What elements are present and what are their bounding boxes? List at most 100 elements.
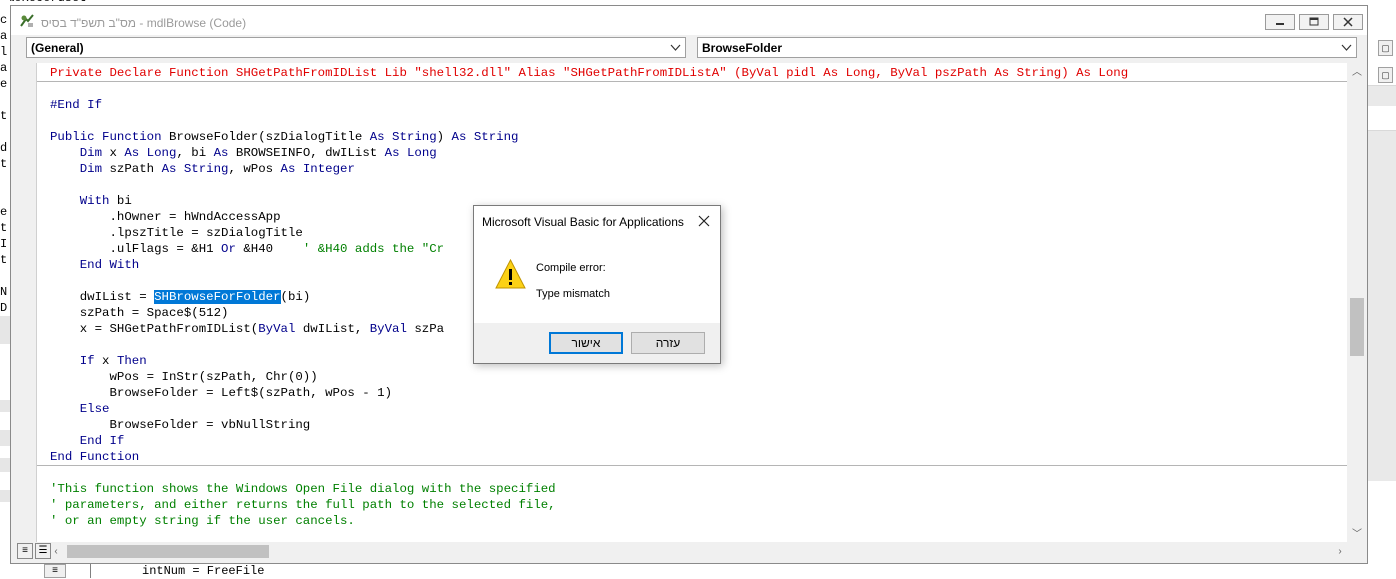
code-token: 'This function shows the Windows Open Fi…	[50, 482, 556, 496]
dialog-title: Microsoft Visual Basic for Applications	[482, 215, 684, 229]
code-token: Then	[116, 354, 147, 368]
margin-indicator-bar[interactable]	[11, 63, 37, 548]
code-token: , wPos	[228, 162, 281, 176]
background-code-fragment: I	[0, 237, 8, 251]
restore-button[interactable]	[1299, 14, 1329, 30]
close-icon[interactable]	[697, 214, 711, 228]
procedure-combo[interactable]: BrowseFolder	[697, 37, 1357, 58]
background-code-fragment: D	[0, 301, 8, 315]
chevron-down-icon[interactable]	[1341, 42, 1352, 53]
object-combo[interactable]: (General)	[26, 37, 686, 58]
error-heading: Compile error:	[536, 262, 606, 274]
background-restore-icon[interactable]: ▢	[1378, 67, 1393, 83]
close-button[interactable]	[1333, 14, 1363, 30]
warning-icon	[495, 258, 526, 289]
code-token: As Integer	[280, 162, 355, 176]
ok-button[interactable]: אישור	[549, 332, 623, 354]
code-line[interactable]: #End If	[50, 97, 1340, 113]
background-code-fragment	[0, 92, 10, 108]
code-line[interactable]: Dim szPath As String, wPos As Integer	[50, 161, 1340, 177]
background-code-fragment: a	[0, 61, 8, 75]
dialog-button-bar: אישור עזרה	[474, 323, 720, 363]
scroll-left-icon[interactable]: ‹	[49, 546, 63, 558]
background-code-fragment: a	[0, 29, 8, 43]
code-line[interactable]: End Function	[50, 449, 1340, 465]
code-line[interactable]: Dim x As Long, bi As BROWSEINFO, dwIList…	[50, 145, 1340, 161]
scroll-down-icon[interactable]: ﹀	[1347, 529, 1367, 541]
code-line[interactable]: 'This function shows the Windows Open Fi…	[50, 481, 1340, 497]
code-token: As String	[451, 130, 519, 144]
vertical-scroll-thumb[interactable]	[1350, 298, 1364, 356]
horizontal-scrollbar[interactable]: ≡ ☰ ‹ ›	[11, 542, 1367, 562]
code-line[interactable]: Public Function BrowseFolder(szDialogTit…	[50, 129, 1340, 145]
procedure-combo-value: BrowseFolder	[702, 41, 783, 55]
title-bar[interactable]: מס"ב תשפ"ד בסיס - mdlBrowse (Code)	[11, 6, 1367, 35]
background-code-fragment: t	[0, 109, 8, 123]
code-line[interactable]	[50, 465, 1340, 481]
procedure-view-icon[interactable]: ≡	[44, 564, 66, 578]
code-token: x	[94, 354, 117, 368]
code-token: As String	[161, 162, 229, 176]
minimize-button[interactable]	[1265, 14, 1295, 30]
background-code-fragment: e	[0, 205, 8, 219]
code-token: szPa	[406, 322, 445, 336]
code-token: End If	[79, 434, 125, 448]
code-token: ' or an empty string if the user cancels…	[50, 514, 355, 528]
background-window-left: calaetdtetItND	[0, 0, 10, 578]
code-token: .lpszTitle = szDialogTitle	[50, 226, 303, 240]
selected-text: SHBrowseForFolder	[154, 290, 281, 304]
code-line[interactable]: wPos = InStr(szPath, Chr(0))	[50, 369, 1340, 385]
chevron-down-icon[interactable]	[670, 42, 681, 53]
close-icon	[1343, 17, 1353, 27]
code-token: szPath = Space$(512)	[50, 306, 229, 320]
code-token: As Long	[384, 146, 437, 160]
code-token: Else	[79, 402, 110, 416]
code-line[interactable]: BrowseFolder = vbNullString	[50, 417, 1340, 433]
background-code-fragment	[0, 172, 10, 188]
background-code-line: intNum = FreeFile	[142, 564, 265, 578]
code-token: End With	[79, 258, 140, 272]
code-line[interactable]: ' parameters, and either returns the ful…	[50, 497, 1340, 513]
procedure-view-icon[interactable]: ≡	[17, 543, 33, 559]
scroll-up-icon[interactable]: ︿	[1347, 67, 1367, 79]
code-token: dwIList,	[295, 322, 370, 336]
background-code-fragment: N	[0, 285, 8, 299]
code-token: BROWSEINFO, dwIList	[228, 146, 385, 160]
code-line[interactable]	[50, 113, 1340, 129]
code-line[interactable]: Else	[50, 401, 1340, 417]
code-token: x	[102, 146, 125, 160]
window-title: מס"ב תשפ"ד בסיס - mdlBrowse (Code)	[41, 16, 247, 30]
help-button[interactable]: עזרה	[631, 332, 705, 354]
background-code-fragment: t	[0, 253, 8, 267]
code-token: If	[79, 354, 95, 368]
horizontal-scroll-thumb[interactable]	[67, 545, 269, 558]
code-token: ' &H40 adds the "Cr	[302, 242, 445, 256]
code-token: ByVal	[369, 322, 407, 336]
code-token: Private Declare Function SHGetPathFromID…	[50, 66, 1129, 80]
code-line[interactable]	[50, 81, 1340, 97]
vertical-scrollbar[interactable]: ︿ ﹀	[1347, 63, 1367, 548]
background-restore-icon[interactable]: ▢	[1378, 40, 1393, 56]
scroll-right-icon[interactable]: ›	[1333, 546, 1347, 558]
error-message: Type mismatch	[536, 288, 610, 300]
code-line[interactable]	[50, 177, 1340, 193]
minimize-icon	[1276, 23, 1284, 25]
vba-app-icon	[20, 14, 34, 27]
code-token: #End If	[50, 98, 103, 112]
code-token: bi	[109, 194, 132, 208]
code-line[interactable]: End If	[50, 433, 1340, 449]
code-line[interactable]: ' or an empty string if the user cancels…	[50, 513, 1340, 529]
code-line[interactable]: Private Declare Function SHGetPathFromID…	[50, 65, 1340, 81]
code-line[interactable]: BrowseFolder = Left$(szPath, wPos - 1)	[50, 385, 1340, 401]
code-token: Dim	[79, 146, 103, 160]
code-token: BrowseFolder(szDialogTitle	[168, 130, 370, 144]
code-token: Public Function	[50, 130, 169, 144]
code-token: As Long	[124, 146, 177, 160]
code-token: &H40	[235, 242, 303, 256]
